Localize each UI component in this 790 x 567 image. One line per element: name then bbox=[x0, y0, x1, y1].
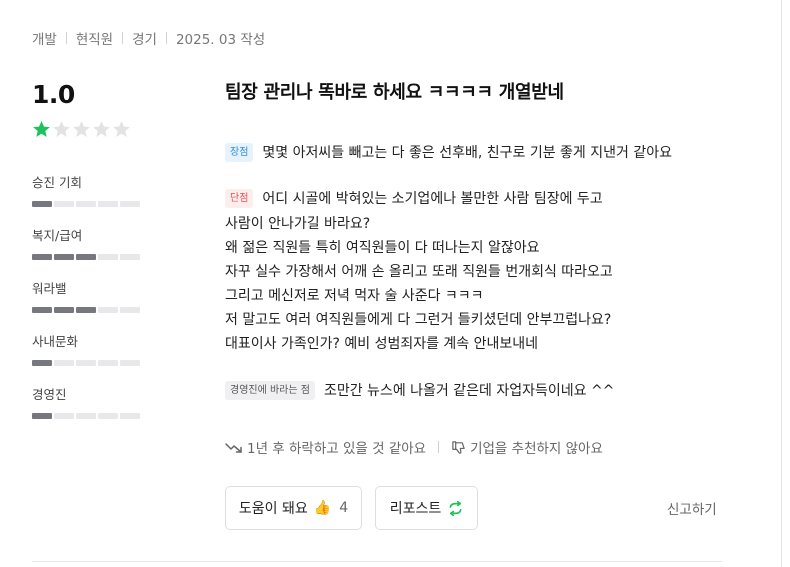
criterion-label: 사내문화 bbox=[32, 334, 79, 349]
criterion-bar bbox=[32, 307, 172, 313]
recommend-text: 기업을 추천하지 않아요 bbox=[470, 441, 603, 457]
criterion-label: 복지/급여 bbox=[32, 228, 83, 243]
bar-segment-filled bbox=[76, 307, 96, 313]
star-empty-icon bbox=[73, 121, 90, 137]
star-empty-icon bbox=[53, 121, 70, 137]
bar-segment-empty bbox=[120, 254, 140, 260]
bar-segment-empty bbox=[98, 360, 118, 366]
cons-text-lines: 사람이 안나가길 바라요? 왜 젊은 직원들 특히 여직원들이 다 떠나는지 알… bbox=[225, 212, 613, 356]
bar-segment-filled bbox=[32, 413, 52, 419]
right-divider bbox=[781, 0, 782, 567]
bar-segment-filled bbox=[32, 254, 52, 260]
cons-line: 저 말고도 여러 여직원들에게 다 그런거 들키셨던데 안부끄럽나요? bbox=[225, 312, 612, 328]
bar-segment-filled bbox=[76, 254, 96, 260]
management-row: 경영진에 바라는 점 조만간 뉴스에 나올거 같은데 자업자득이네요 ^^ bbox=[225, 380, 614, 400]
pros-row: 장점 몇몇 아저씨들 빼고는 다 좋은 선후배, 친구로 기분 좋게 지낸거 같… bbox=[225, 142, 672, 162]
cons-line: 대표이사 가족인가? 예비 성범죄자를 계속 안내보내네 bbox=[225, 336, 539, 352]
repost-icon bbox=[449, 500, 462, 516]
criterion-bar bbox=[32, 360, 172, 366]
bar-segment-empty bbox=[54, 201, 74, 207]
bar-segment-empty bbox=[98, 413, 118, 419]
bar-segment-filled bbox=[32, 201, 52, 207]
helpful-count: 4 bbox=[339, 500, 349, 516]
meta-date: 2025. 03 작성 bbox=[175, 32, 266, 48]
bar-segment-empty bbox=[120, 413, 140, 419]
cons-line: 사람이 안나가길 바라요? bbox=[225, 216, 371, 232]
bar-segment-empty bbox=[76, 413, 96, 419]
cons-line: 그리고 메신저로 저녁 먹자 술 사준다 ㅋㅋㅋ bbox=[225, 288, 484, 304]
review-meta: 개발 현직원 경기 2025. 03 작성 bbox=[32, 29, 266, 48]
criterion-label: 승진 기회 bbox=[32, 175, 82, 190]
thumbs-down-icon bbox=[452, 440, 465, 454]
criterion-item: 사내문화 bbox=[32, 332, 172, 385]
criterion-item: 승진 기회 bbox=[32, 173, 172, 226]
cons-row: 단점 어디 시골에 박혀있는 소기업에나 볼만한 사람 팀장에 두고 bbox=[225, 188, 603, 208]
bar-segment-filled bbox=[54, 307, 74, 313]
criterion-bar bbox=[32, 254, 172, 260]
criterion-label: 워라밸 bbox=[32, 281, 67, 296]
management-text: 조만간 뉴스에 나올거 같은데 자업자득이네요 ^^ bbox=[323, 383, 615, 399]
bar-segment-filled bbox=[32, 307, 52, 313]
meta-separator bbox=[122, 32, 124, 44]
rating-criteria: 승진 기회복지/급여워라밸사내문화경영진 bbox=[32, 173, 172, 438]
bar-segment-empty bbox=[98, 254, 118, 260]
bar-segment-empty bbox=[98, 201, 118, 207]
criterion-label: 경영진 bbox=[32, 387, 67, 402]
cons-tag: 단점 bbox=[225, 188, 254, 208]
bottom-divider bbox=[32, 561, 722, 562]
repost-button[interactable]: 리포스트 bbox=[375, 486, 478, 530]
helpful-button[interactable]: 도움이 돼요 👍 4 bbox=[225, 486, 362, 530]
star-empty-icon bbox=[113, 121, 130, 137]
cons-line: 자꾸 실수 가장해서 어깨 손 올리고 또래 직원들 번개회식 따라오고 bbox=[225, 264, 613, 280]
repost-label: 리포스트 bbox=[389, 501, 442, 517]
meta-job: 개발 bbox=[32, 32, 57, 48]
thumbs-up-icon: 👍 bbox=[313, 500, 332, 516]
bar-segment-empty bbox=[120, 360, 140, 366]
outlook-separator bbox=[438, 441, 440, 453]
trend-down-icon bbox=[225, 443, 242, 453]
pros-text: 몇몇 아저씨들 빼고는 다 좋은 선후배, 친구로 기분 좋게 지낸거 같아요 bbox=[262, 145, 672, 161]
criterion-bar bbox=[32, 413, 172, 419]
meta-separator bbox=[65, 32, 67, 44]
star-rating bbox=[32, 120, 132, 139]
outlook-row: 1년 후 하락하고 있을 것 같아요 기업을 추천하지 않아요 bbox=[225, 437, 603, 457]
bar-segment-filled bbox=[32, 360, 52, 366]
bar-segment-empty bbox=[54, 360, 74, 366]
management-tag: 경영진에 바라는 점 bbox=[225, 380, 315, 400]
criterion-item: 경영진 bbox=[32, 385, 172, 438]
meta-region: 경기 bbox=[132, 32, 157, 48]
report-link[interactable]: 신고하기 bbox=[667, 498, 717, 518]
criterion-bar bbox=[32, 201, 172, 207]
growth-outlook-text: 1년 후 하락하고 있을 것 같아요 bbox=[247, 441, 427, 457]
star-empty-icon bbox=[93, 121, 110, 137]
criterion-item: 워라밸 bbox=[32, 279, 172, 332]
bar-segment-filled bbox=[54, 254, 74, 260]
review-title: 팀장 관리나 똑바로 하세요 ㅋㅋㅋㅋ 개열받네 bbox=[225, 82, 564, 103]
meta-separator bbox=[165, 32, 167, 44]
pros-tag: 장점 bbox=[225, 142, 254, 162]
bar-segment-empty bbox=[76, 201, 96, 207]
star-filled-icon bbox=[33, 121, 50, 137]
cons-line: 왜 젊은 직원들 특히 여직원들이 다 떠나는지 알잖아요 bbox=[225, 240, 540, 256]
rating-score: 1.0 bbox=[32, 80, 75, 109]
bar-segment-empty bbox=[120, 201, 140, 207]
cons-text-first: 어디 시골에 박혀있는 소기업에나 볼만한 사람 팀장에 두고 bbox=[262, 191, 603, 207]
meta-status: 현직원 bbox=[75, 32, 114, 48]
bar-segment-empty bbox=[120, 307, 140, 313]
bar-segment-empty bbox=[54, 413, 74, 419]
bar-segment-empty bbox=[76, 360, 96, 366]
criterion-item: 복지/급여 bbox=[32, 226, 172, 279]
helpful-label: 도움이 돼요 bbox=[238, 501, 308, 517]
bar-segment-empty bbox=[98, 307, 118, 313]
